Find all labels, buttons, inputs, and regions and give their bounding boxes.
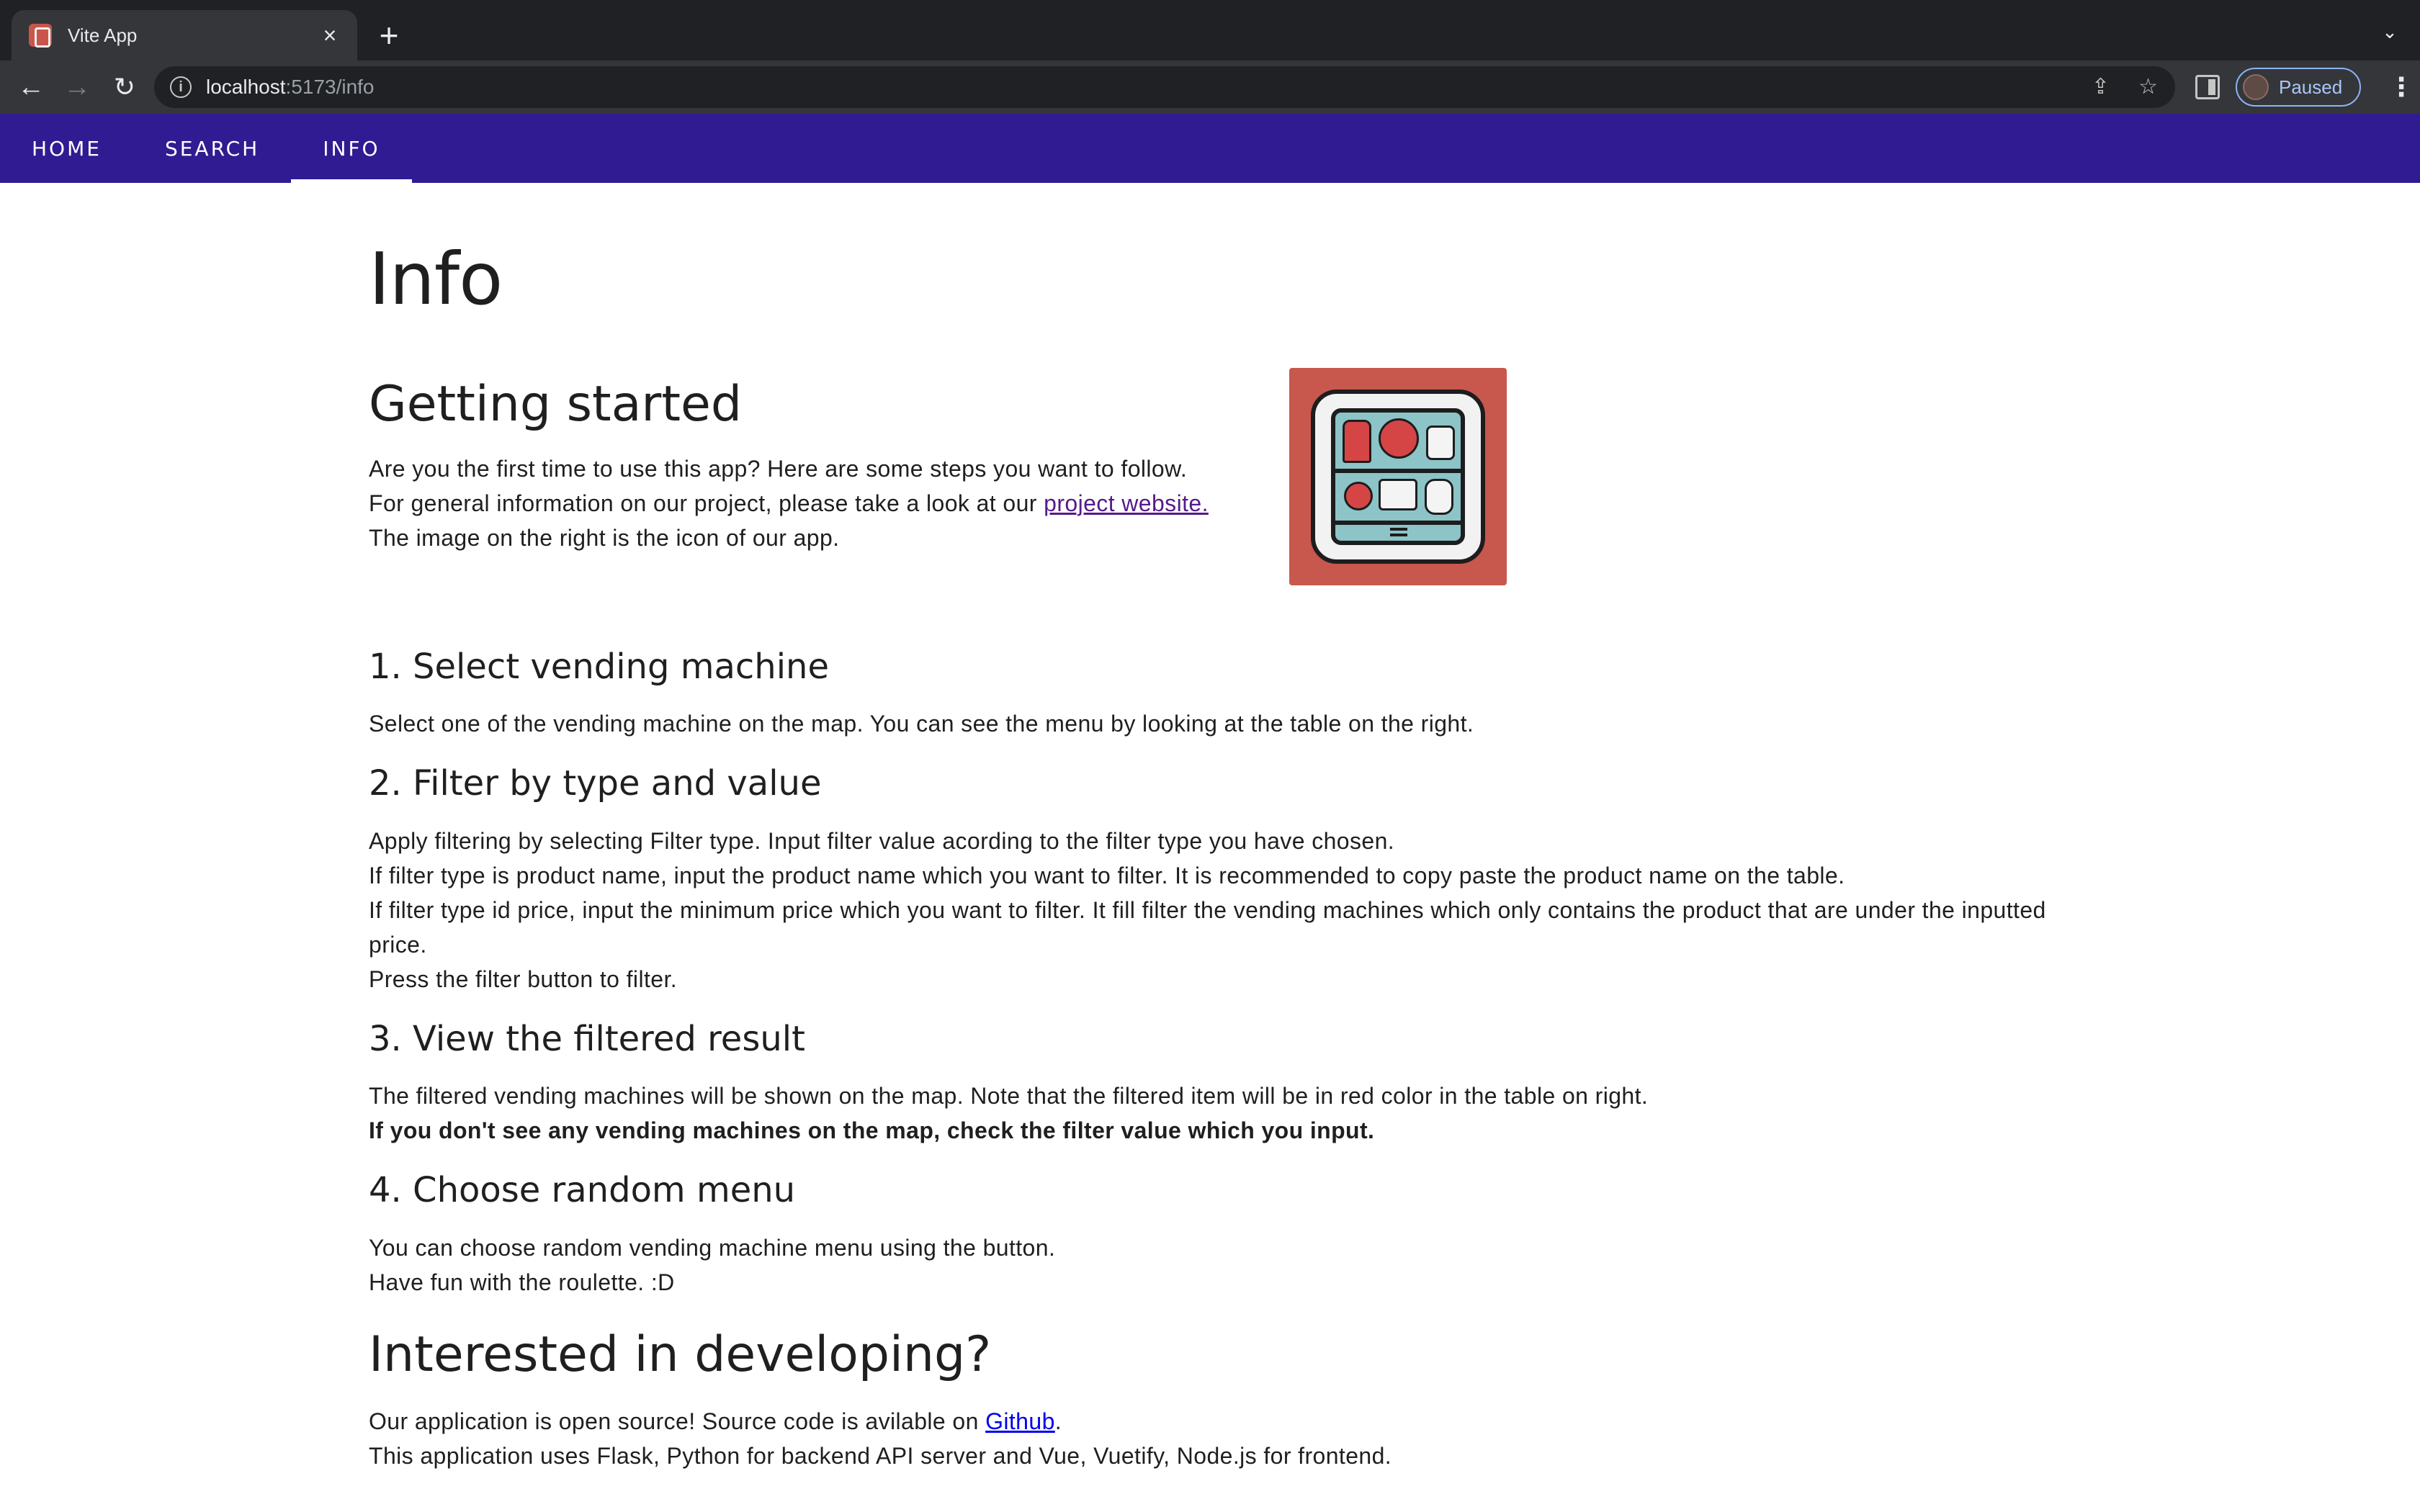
step-3-heading: 3. View the filtered result — [369, 1018, 805, 1059]
browser-tab[interactable]: Vite App × — [12, 10, 357, 60]
app-icon-image — [1289, 368, 1507, 585]
tab-search-chevron-icon[interactable]: ⌄ — [2375, 17, 2404, 46]
browser-toolbar: ← → ↻ i localhost:5173/info ⇪ ☆ Paused ⋮ — [0, 60, 2420, 114]
vending-machine-icon — [1311, 390, 1485, 564]
share-icon[interactable]: ⇪ — [2092, 72, 2110, 102]
browser-tab-strip: Vite App × + ⌄ — [0, 0, 2420, 60]
developing-section: Interested in developing? Our applicatio… — [369, 1326, 2054, 1474]
reload-icon[interactable]: ↻ — [108, 71, 141, 104]
step-1-section: 1. Select vending machine Select one of … — [369, 644, 2054, 741]
side-panel-icon[interactable] — [2195, 75, 2220, 99]
step-1-text: Select one of the vending machine on the… — [369, 711, 1474, 737]
tab-info[interactable]: INFO — [291, 114, 412, 183]
address-bar[interactable]: i localhost:5173/info ⇪ ☆ — [154, 66, 2175, 108]
forward-arrow-icon[interactable]: → — [60, 71, 94, 104]
getting-started-heading: Getting started — [369, 376, 743, 433]
info-content: Info Getting started Are you the first t… — [369, 183, 2054, 1473]
tab-home[interactable]: HOME — [0, 114, 133, 183]
step-2-text: Apply filtering by selecting Filter type… — [369, 827, 2046, 992]
avatar — [2243, 74, 2269, 100]
browser-menu-icon[interactable]: ⋮ — [2388, 71, 2414, 104]
step-2-section: 2. Filter by type and value Apply filter… — [369, 761, 2054, 996]
app-nav-bar: HOME SEARCH INFO — [0, 114, 2420, 183]
project-website-link[interactable]: project website. — [1044, 490, 1209, 516]
bookmark-star-icon[interactable]: ☆ — [2138, 72, 2158, 102]
step-2-heading: 2. Filter by type and value — [369, 763, 822, 804]
close-tab-icon[interactable]: × — [317, 22, 343, 48]
browser-tab-title: Vite App — [68, 24, 138, 46]
back-arrow-icon[interactable]: ← — [14, 71, 48, 104]
step-1-heading: 1. Select vending machine — [369, 647, 829, 687]
step-4-heading: 4. Choose random menu — [369, 1170, 796, 1211]
app-favicon-icon — [29, 24, 52, 48]
new-tab-button[interactable]: + — [375, 16, 403, 55]
getting-started-section: Getting started Are you the first time t… — [369, 368, 2054, 624]
site-info-icon[interactable]: i — [170, 76, 192, 98]
step-3-text: The filtered vending machines will be sh… — [369, 1083, 1649, 1144]
developing-heading: Interested in developing? — [369, 1326, 992, 1383]
url-text[interactable]: localhost:5173/info — [206, 76, 375, 99]
step-4-text: You can choose random vending machine me… — [369, 1234, 1056, 1295]
filter-warning-text: If you don't see any vending machines on… — [369, 1117, 1375, 1144]
github-link[interactable]: Github — [985, 1408, 1055, 1434]
page-title: Info — [369, 237, 503, 321]
profile-status: Paused — [2279, 76, 2343, 98]
step-4-section: 4. Choose random menu You can choose ran… — [369, 1168, 2054, 1299]
step-3-section: 3. View the filtered result The filtered… — [369, 1017, 2054, 1148]
developing-text: Our application is open source! Source c… — [369, 1408, 1392, 1470]
profile-button[interactable]: Paused — [2236, 68, 2361, 107]
tab-search[interactable]: SEARCH — [133, 114, 291, 183]
getting-started-text: Are you the first time to use this app? … — [369, 455, 1209, 551]
